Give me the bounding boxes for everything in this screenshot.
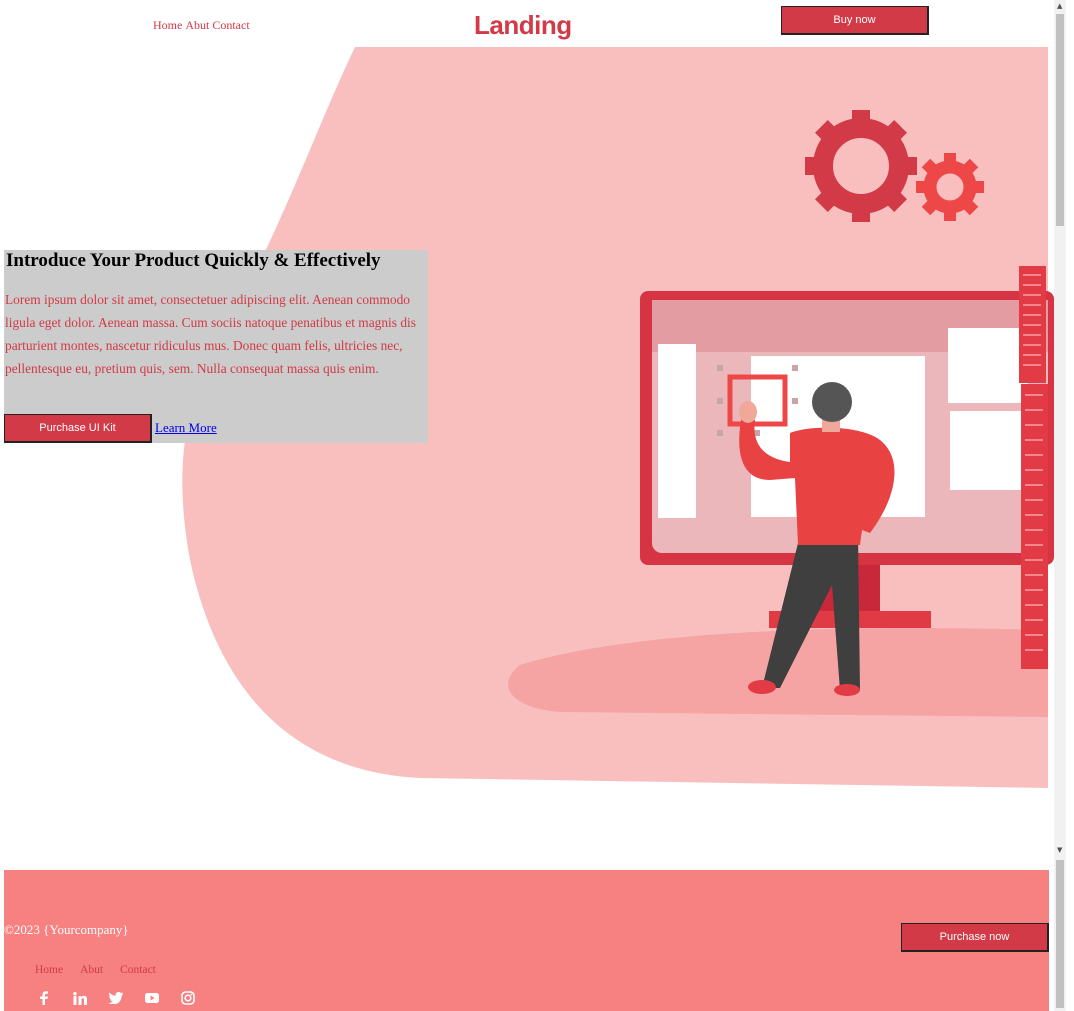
footer-about-link[interactable]: Abut <box>80 964 103 976</box>
screen-panel-right-top <box>948 328 1028 403</box>
intro-box: Introduce Your Product Quickly & Effecti… <box>4 250 428 443</box>
copyright-text: ©2023 {Yourcompany} <box>4 922 129 937</box>
youtube-icon[interactable] <box>144 990 160 1006</box>
hero-description: Lorem ipsum dolor sit amet, consectetuer… <box>5 292 416 376</box>
hero-title: Introduce Your Product Quickly & Effecti… <box>6 250 381 271</box>
scroll-down-arrow-icon[interactable]: ▼ <box>1057 846 1062 854</box>
linkedin-icon[interactable] <box>72 990 88 1006</box>
footer-contact-link[interactable]: Contact <box>120 964 156 976</box>
scrollbar-thumb-lower[interactable] <box>1056 860 1064 1008</box>
learn-more-link[interactable]: Learn More <box>155 420 217 436</box>
scroll-up-arrow-icon[interactable]: ▲ <box>1057 2 1062 10</box>
footer: ©2023 {Yourcompany} Purchase now Home Abu… <box>4 870 1049 1011</box>
page-scrollbar[interactable]: ▲ ▼ <box>1054 0 1066 1011</box>
social-icons <box>36 990 196 1006</box>
purchase-now-button[interactable]: Purchase now <box>901 923 1049 952</box>
footer-links: Home Abut Contact <box>35 964 173 976</box>
purchase-ui-kit-button[interactable]: Purchase UI Kit <box>4 414 152 443</box>
screen-panel-right-bottom <box>950 411 1028 490</box>
facebook-icon[interactable] <box>36 990 52 1006</box>
screen-panel-left <box>658 344 696 518</box>
footer-home-link[interactable]: Home <box>35 964 63 976</box>
ruler-bottom <box>1021 384 1048 669</box>
scrollbar-thumb[interactable] <box>1056 14 1064 226</box>
twitter-icon[interactable] <box>108 990 124 1006</box>
instagram-icon[interactable] <box>180 990 196 1006</box>
